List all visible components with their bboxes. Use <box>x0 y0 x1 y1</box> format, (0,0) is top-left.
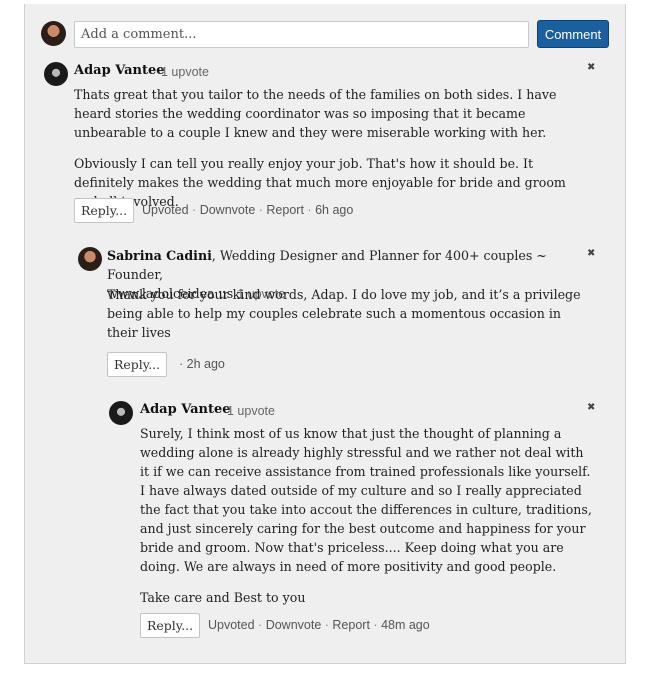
reply-button[interactable]: Reply... <box>74 198 135 223</box>
comment-body: Thats great that you tailor to the needs… <box>74 85 584 211</box>
current-user-avatar <box>41 21 66 46</box>
reply-button[interactable]: Reply... <box>107 352 168 377</box>
close-icon[interactable]: ✖ <box>587 248 595 259</box>
upvoted-status[interactable]: Upvoted <box>142 203 189 217</box>
close-icon[interactable]: ✖ <box>587 402 595 413</box>
close-icon[interactable]: ✖ <box>587 62 595 73</box>
comment-actions: · 2h ago <box>179 357 225 371</box>
comment-author[interactable]: Adap Vantee <box>74 63 165 78</box>
report-link[interactable]: Report <box>266 203 304 217</box>
upvote-count: 1 upvote <box>227 404 275 418</box>
timestamp: · 2h ago <box>179 357 225 371</box>
comment-actions: Upvoted · Downvote · Report · 6h ago <box>142 203 353 217</box>
comment-actions: Upvoted · Downvote · Report · 48m ago <box>208 618 430 632</box>
comment-author[interactable]: Adap Vantee <box>140 402 231 417</box>
comment-paragraph: Surely, I think most of us know that jus… <box>140 426 592 574</box>
comment-paragraph: Take care and Best to you <box>140 590 306 605</box>
reply-button[interactable]: Reply... <box>140 613 201 638</box>
comment-body: Surely, I think most of us know that jus… <box>140 424 596 607</box>
comment-paragraph: Thats great that you tailor to the needs… <box>74 87 557 140</box>
downvote-link[interactable]: Downvote <box>266 618 322 632</box>
avatar <box>44 62 68 86</box>
separator: · <box>373 618 382 632</box>
downvote-link[interactable]: Downvote <box>200 203 256 217</box>
comment-paragraph: Thank you for your kind words, Adap. I d… <box>107 287 581 340</box>
upvoted-status[interactable]: Upvoted <box>208 618 255 632</box>
timestamp: 48m ago <box>381 618 430 632</box>
comment-author[interactable]: Sabrina Cadini <box>107 248 212 263</box>
comment-input[interactable] <box>74 21 529 48</box>
timestamp: 6h ago <box>315 203 354 217</box>
avatar <box>78 247 102 271</box>
report-link[interactable]: Report <box>332 618 370 632</box>
upvote-count: 1 upvote <box>161 65 209 79</box>
avatar <box>109 401 133 425</box>
separator: · <box>258 618 266 632</box>
separator: · <box>192 203 200 217</box>
comment-body: Thank you for your kind words, Adap. I d… <box>107 285 593 342</box>
comment-submit-button[interactable]: Comment <box>537 20 609 48</box>
separator: · <box>307 203 316 217</box>
